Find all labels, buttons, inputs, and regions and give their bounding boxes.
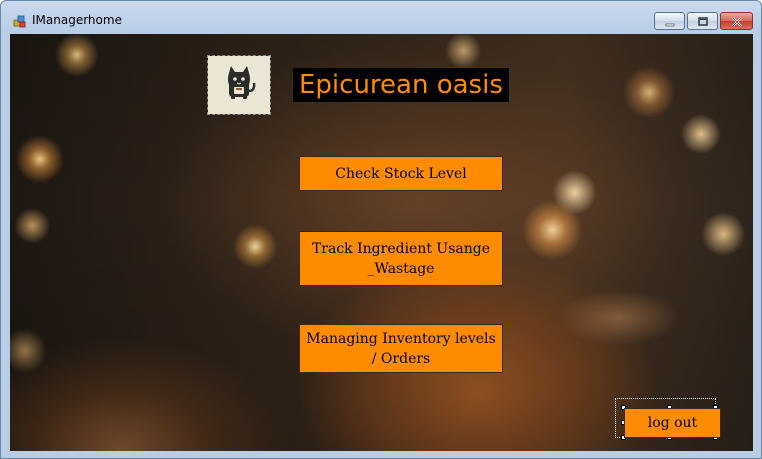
minimize-icon <box>664 12 676 31</box>
window-title: IManagerhome <box>32 13 122 27</box>
logo-picture <box>207 55 271 115</box>
brand-title: Epicurean oasis <box>293 68 509 102</box>
maximize-button[interactable] <box>687 12 718 30</box>
app-form-icon <box>13 13 27 28</box>
cat-mascot-icon <box>220 63 258 107</box>
close-button[interactable] <box>720 12 753 30</box>
home-background: Epicurean oasis Check Stock Level Track … <box>10 34 753 451</box>
close-icon <box>731 12 743 31</box>
logout-button[interactable]: log out <box>624 408 721 438</box>
manage-inventory-button[interactable]: Managing Inventory levels / Orders <box>299 324 503 373</box>
check-stock-button[interactable]: Check Stock Level <box>299 156 503 191</box>
app-window: IManagerhome Epicurean oasis Check Stock… <box>0 0 762 459</box>
track-ingredient-button[interactable]: Track Ingredient Usange _Wastage <box>299 231 503 286</box>
title-bar[interactable]: IManagerhome <box>1 1 761 35</box>
restore-icon <box>697 12 709 31</box>
caption-buttons <box>654 12 753 30</box>
minimize-button[interactable] <box>654 12 685 30</box>
